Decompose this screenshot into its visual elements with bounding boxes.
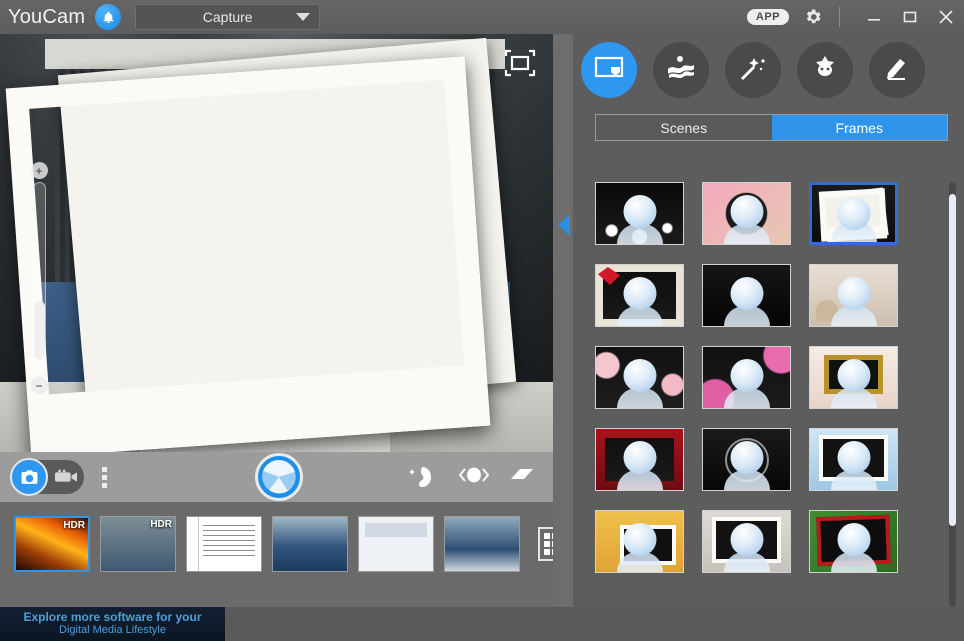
avatar-icon <box>811 55 839 86</box>
promo-line-1: Explore more software for your <box>23 610 202 624</box>
toolbar-divider <box>839 7 840 27</box>
frame-preview-avatar <box>623 441 656 474</box>
more-options-icon[interactable] <box>102 466 107 488</box>
frame-cherry-petals[interactable] <box>595 346 684 409</box>
photo-video-toggle[interactable] <box>10 458 84 496</box>
zoom-out-button[interactable]: − <box>30 377 48 394</box>
frame-gold-picture[interactable] <box>809 346 898 409</box>
frame-beach-sunset[interactable] <box>595 510 684 573</box>
frame-preview-avatar <box>623 195 656 228</box>
effects-tab-bar <box>573 34 964 98</box>
blemish-eraser-icon[interactable] <box>509 466 535 488</box>
frame-red-roses[interactable] <box>595 428 684 491</box>
frames-grid <box>595 182 943 573</box>
zoom-thumb[interactable] <box>33 301 45 359</box>
bell-icon[interactable] <box>95 4 122 30</box>
polaroid-frame-front <box>5 56 491 452</box>
thumbnail-globe[interactable]: HDR <box>100 516 176 572</box>
frame-preview-avatar <box>623 277 656 310</box>
frame-preview-avatar <box>730 441 763 474</box>
frame-preview-avatar <box>623 523 656 556</box>
capture-control-bar <box>0 452 553 502</box>
skin-smoothener-icon[interactable] <box>409 466 435 488</box>
segment-scenes[interactable]: Scenes <box>596 115 772 140</box>
segment-frames[interactable]: Frames <box>771 115 947 140</box>
frame-red-ribbon[interactable] <box>595 264 684 327</box>
hdr-badge: HDR <box>63 520 85 531</box>
promo-banner[interactable]: Explore more software for your Digital M… <box>0 607 964 641</box>
webcam-preview[interactable]: + − <box>0 34 553 452</box>
frame-grunge-white[interactable] <box>702 510 791 573</box>
thumbnail-document[interactable] <box>186 516 262 572</box>
pencil-icon <box>884 55 910 86</box>
frames-scroll-area[interactable] <box>595 182 943 607</box>
frame-preview-avatar <box>837 523 870 556</box>
frame-preview-avatar <box>837 197 870 230</box>
frame-preview-avatar <box>837 359 870 392</box>
frame-preview-avatar <box>730 523 763 556</box>
window-controls: APP <box>746 0 964 34</box>
effects-panel: Scenes Frames <box>573 34 964 607</box>
frame-crosshair[interactable] <box>702 428 791 491</box>
thumbnail-screenshot[interactable] <box>358 516 434 572</box>
app-brand: YouCam <box>8 5 86 28</box>
shutter-icon[interactable] <box>255 453 303 501</box>
capture-mode-label: Capture <box>202 9 253 25</box>
youcam-window: YouCam Capture APP + − HDR HDR Scenes Fr… <box>0 0 964 641</box>
frames-scrollbar[interactable] <box>949 182 956 607</box>
frame-preview-avatar <box>837 277 870 310</box>
tab-draw-tab[interactable] <box>869 42 925 98</box>
fullscreen-icon[interactable] <box>503 48 537 78</box>
tab-avatar-tab[interactable] <box>797 42 853 98</box>
app-badge[interactable]: APP <box>746 9 789 25</box>
distortion-icon <box>666 55 696 86</box>
thumbnail-man-sunglasses[interactable] <box>444 516 520 572</box>
panel-divider <box>553 34 573 607</box>
frame-incense[interactable] <box>809 264 898 327</box>
magic-wand-icon <box>738 55 768 86</box>
frame-preview-avatar <box>837 441 870 474</box>
frame-camera-lens[interactable] <box>702 264 791 327</box>
eye-enhancer-icon[interactable] <box>458 466 490 488</box>
gear-icon[interactable] <box>803 7 823 27</box>
frame-green-red[interactable] <box>809 510 898 573</box>
thumbnail-man-headphones[interactable] <box>272 516 348 572</box>
thumbnail-fire[interactable]: HDR <box>14 516 90 572</box>
frame-preview-avatar <box>730 277 763 310</box>
zoom-track[interactable] <box>32 182 46 374</box>
maximize-button[interactable] <box>892 0 928 34</box>
frames-scroll-thumb[interactable] <box>949 194 956 526</box>
capture-mode-dropdown[interactable]: Capture <box>135 4 321 30</box>
camcorder-icon[interactable] <box>55 469 77 485</box>
zoom-slider[interactable]: + − <box>29 162 49 394</box>
promo-banner-content[interactable]: Explore more software for your Digital M… <box>0 607 225 641</box>
camera-icon[interactable] <box>10 458 48 496</box>
frame-icon <box>594 56 624 85</box>
hdr-badge: HDR <box>150 519 172 530</box>
close-button[interactable] <box>928 0 964 34</box>
beautify-tools <box>409 466 535 488</box>
promo-line-2: Digital Media Lifestyle <box>59 624 166 636</box>
chevron-down-icon <box>296 13 311 21</box>
frame-bokeh-lights[interactable] <box>595 182 684 245</box>
frame-preview-avatar <box>623 359 656 392</box>
tab-effects-tab[interactable] <box>653 42 709 98</box>
title-bar: YouCam Capture APP <box>0 0 964 34</box>
captured-media-filmstrip[interactable]: HDR HDR <box>0 502 572 610</box>
tab-frames-tab[interactable] <box>581 42 637 98</box>
minimize-button[interactable] <box>856 0 892 34</box>
zoom-in-button[interactable]: + <box>30 162 48 179</box>
tab-magic-tab[interactable] <box>725 42 781 98</box>
frame-preview-avatar <box>730 359 763 392</box>
frame-snow-photo[interactable] <box>809 428 898 491</box>
frame-polaroid[interactable] <box>809 182 898 245</box>
frame-pink-heart[interactable] <box>702 182 791 245</box>
scenes-frames-segmented-control: Scenes Frames <box>595 114 948 141</box>
frame-pink-blossom[interactable] <box>702 346 791 409</box>
collapse-panel-arrow-icon[interactable] <box>558 214 570 236</box>
frame-preview-avatar <box>730 195 763 228</box>
preview-pane: + − HDR HDR <box>0 34 572 635</box>
